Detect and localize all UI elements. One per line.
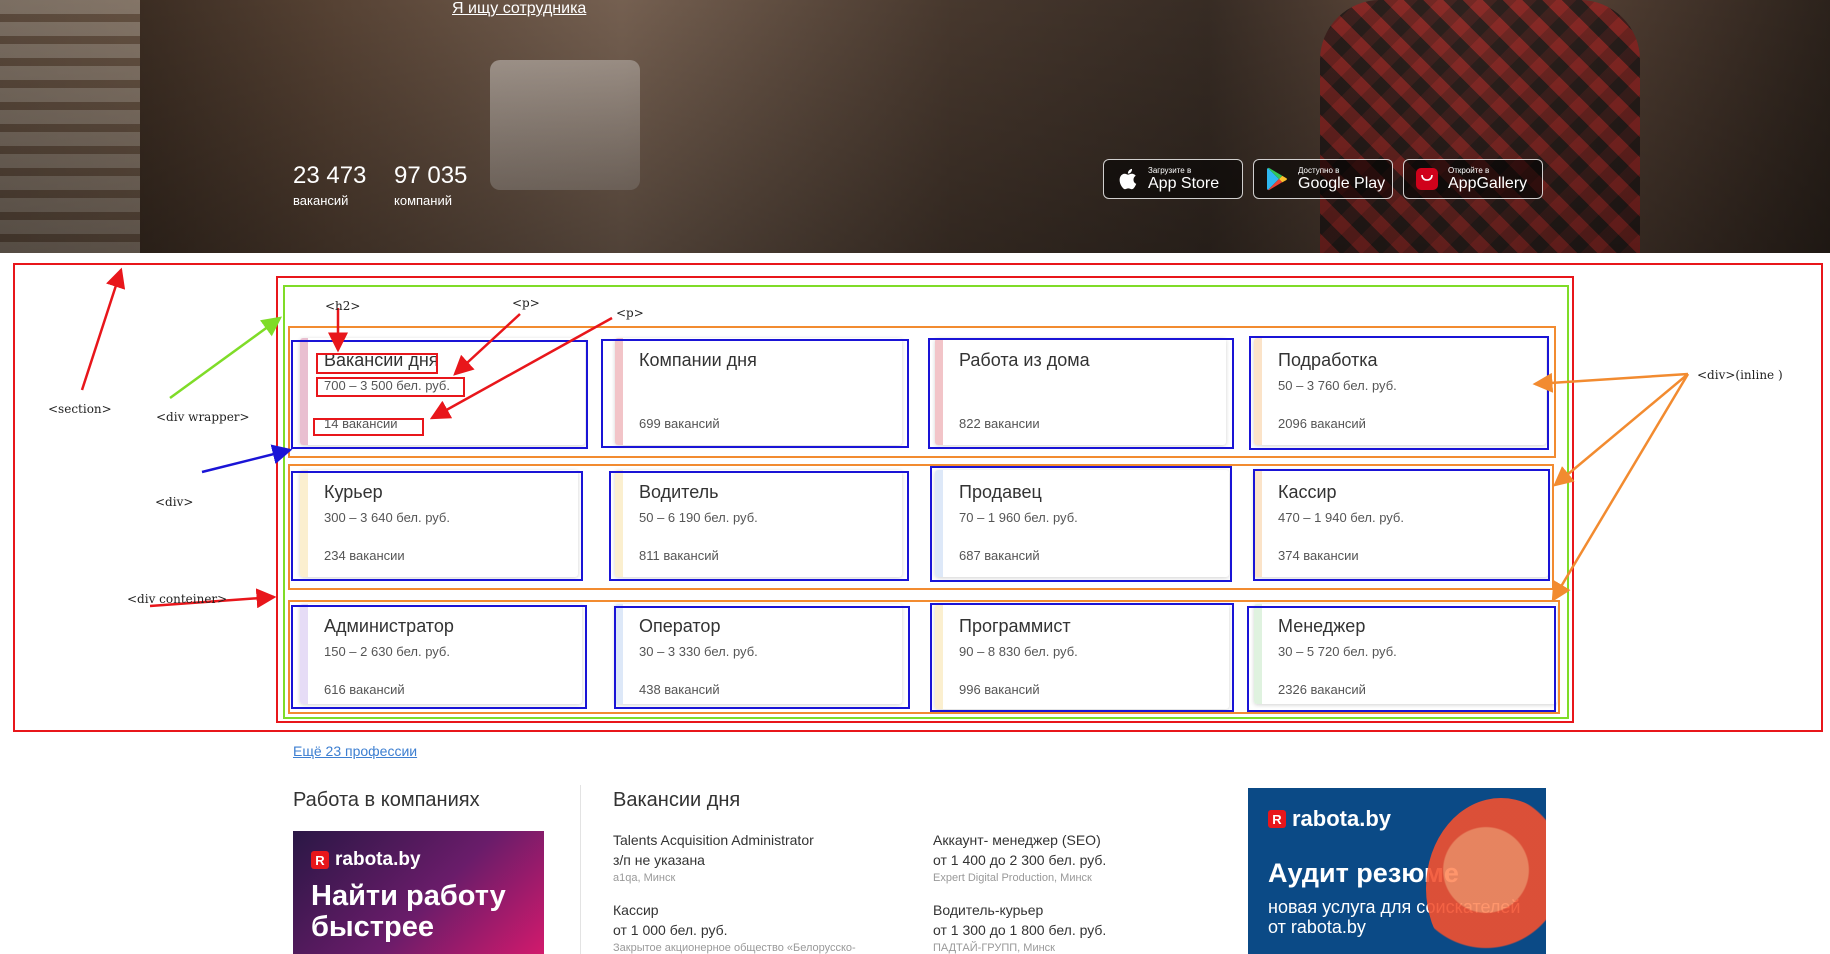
card-outline	[930, 603, 1234, 712]
container-label: <div conteiner>	[127, 592, 228, 606]
stat-vacancies-label: вакансий	[293, 193, 349, 208]
huawei-appgallery-icon	[1414, 166, 1440, 192]
vacancy-title[interactable]: Кассир	[613, 902, 913, 918]
stat-companies-label: компаний	[394, 193, 452, 208]
stat-vacancies: 23 473 вакансий	[293, 162, 366, 208]
vacancy-item[interactable]: Кассир от 1 000 бел. руб. Закрытое акцио…	[613, 902, 913, 954]
vacancy-item[interactable]: Talents Acquisition Administrator з/п не…	[613, 832, 913, 884]
companies-title: Работа в компаниях	[293, 789, 480, 811]
resume-audit-banner[interactable]: Rrabota.by Аудит резюме новая услуга для…	[1248, 788, 1546, 954]
div-label: <div>	[155, 495, 194, 509]
appgallery-label: AppGallery	[1448, 174, 1528, 192]
vacancy-company: ПАДТАЙ-ГРУПП, Минск	[933, 942, 1055, 954]
find-job-headline: Найти работу быстрее	[311, 880, 506, 943]
card-outline	[291, 471, 583, 581]
card-outline	[1249, 336, 1549, 450]
vacancy-item[interactable]: Водитель-курьер от 1 300 до 1 800 бел. р…	[933, 902, 1233, 954]
vacancy-title[interactable]: Водитель-курьер	[933, 902, 1233, 918]
app-store-label: App Store	[1148, 174, 1220, 192]
h2-outline	[316, 353, 438, 374]
vacancy-salary: от 1 000 бел. руб.	[613, 922, 728, 938]
inline-label: <div>(inline )	[1697, 368, 1783, 382]
wrapper-label: <div wrapper>	[156, 410, 250, 424]
appgallery-button[interactable]: Откройте в AppGallery	[1403, 159, 1543, 199]
vacancy-salary: з/п не указана	[613, 852, 705, 868]
stat-vacancies-value: 23 473	[293, 162, 367, 189]
card-outline	[601, 339, 909, 448]
vacancy-title[interactable]: Аккаунт- менеджер (SEO)	[933, 832, 1233, 848]
google-play-small: Доступно в	[1298, 165, 1340, 175]
card-outline	[614, 606, 910, 709]
employer-link[interactable]: Я ищу сотрудника	[452, 0, 586, 18]
vacancy-salary: от 1 300 до 1 800 бел. руб.	[933, 922, 1107, 938]
card-outline	[1253, 469, 1550, 581]
h2-label: <h2>	[325, 299, 361, 313]
p-count-label: <p>	[616, 306, 644, 320]
card-outline	[291, 605, 587, 709]
stat-companies-value: 97 035	[394, 162, 468, 189]
google-play-button[interactable]: Доступно в Google Play	[1253, 159, 1393, 199]
vacancy-salary: от 1 400 до 2 300 бел. руб.	[933, 852, 1107, 868]
card-outline	[928, 338, 1234, 449]
card-outline	[609, 471, 909, 581]
p-salary-outline	[316, 377, 465, 397]
apple-icon	[1114, 166, 1140, 192]
app-store-small: Загрузите в	[1148, 165, 1192, 175]
hero-banner: Я ищу сотрудника 23 473 вакансий 97 035 …	[0, 0, 1830, 253]
rabota-r-icon: R	[1268, 810, 1286, 828]
vacancy-company: Expert Digital Production, Минск	[933, 872, 1092, 884]
vacancy-item[interactable]: Аккаунт- менеджер (SEO) от 1 400 до 2 30…	[933, 832, 1233, 884]
vacancy-company: Закрытое акционерное общество «Белорусск…	[613, 942, 856, 954]
appgallery-small: Откройте в	[1448, 165, 1490, 175]
app-store-button[interactable]: Загрузите в App Store	[1103, 159, 1243, 199]
column-divider	[580, 785, 581, 954]
rabota-r-icon: R	[311, 851, 329, 869]
google-play-icon	[1264, 166, 1290, 192]
section-label: <section>	[48, 402, 112, 416]
p-count-outline	[313, 418, 424, 436]
vacancy-title[interactable]: Talents Acquisition Administrator	[613, 832, 913, 848]
vacancies-title: Вакансии дня	[613, 789, 741, 811]
rabota-logo: Rrabota.by	[311, 849, 526, 871]
p-salary-label: <p>	[512, 296, 540, 310]
stat-companies: 97 035 компаний	[394, 162, 467, 208]
google-play-label: Google Play	[1298, 174, 1386, 192]
card-outline	[1247, 606, 1556, 712]
more-professions-link[interactable]: Ещё 23 профессии	[293, 743, 417, 759]
vacancy-company: a1qa, Минск	[613, 872, 676, 884]
find-job-banner[interactable]: Rrabota.by Найти работу быстрее	[293, 831, 544, 954]
card-outline	[930, 466, 1232, 582]
page: Я ищу сотрудника 23 473 вакансий 97 035 …	[0, 0, 1830, 954]
